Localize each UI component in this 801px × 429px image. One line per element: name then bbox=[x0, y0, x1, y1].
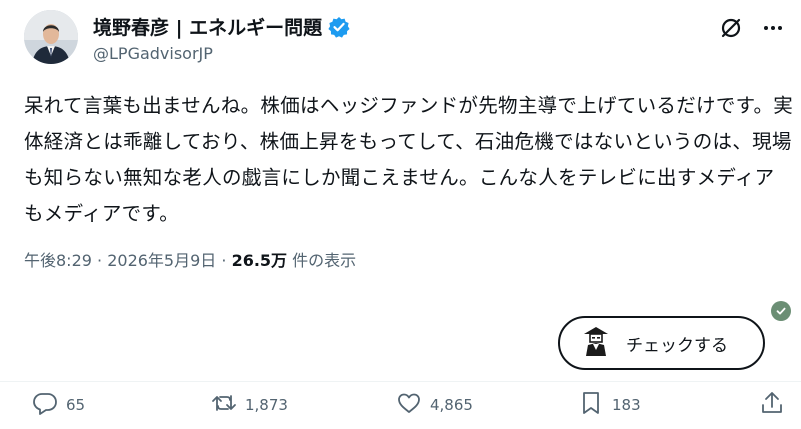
avatar-image bbox=[24, 10, 78, 64]
avatar[interactable] bbox=[24, 10, 78, 64]
reply-icon bbox=[32, 390, 58, 420]
like-count: 4,865 bbox=[430, 396, 473, 414]
bookmark-count: 183 bbox=[612, 396, 641, 414]
samurai-icon bbox=[582, 325, 610, 361]
check-button-label: チェックする bbox=[626, 335, 728, 356]
action-bar-divider bbox=[0, 381, 801, 382]
heart-icon bbox=[396, 390, 422, 420]
view-count: 26.5万 bbox=[231, 251, 288, 270]
meta-separator: · bbox=[216, 251, 232, 270]
retweet-icon bbox=[211, 390, 237, 420]
tweet-meta: 午後8:29 · 2026年5月9日 · 26.5万 件の表示 bbox=[24, 247, 356, 271]
verified-badge-icon bbox=[328, 16, 350, 38]
tweet-text: 呆れて言葉も出ませんね。株価はヘッジファンドが先物主導で上げているだけです。実体… bbox=[24, 94, 794, 225]
tweet-time[interactable]: 午後8:29 bbox=[24, 251, 92, 270]
view-label: 件の表示 bbox=[292, 251, 357, 270]
bookmark-icon bbox=[578, 390, 604, 420]
bookmark-button[interactable]: 183 bbox=[578, 390, 641, 420]
tweet-date[interactable]: 2026年5月9日 bbox=[107, 251, 216, 270]
tweet-header-actions bbox=[717, 14, 787, 42]
share-button[interactable] bbox=[759, 390, 785, 420]
handle[interactable]: @LPGadvisorJP bbox=[93, 44, 213, 63]
check-button[interactable]: チェックする bbox=[558, 316, 765, 370]
checkmark-badge-icon bbox=[771, 301, 791, 321]
more-options-icon[interactable] bbox=[759, 14, 787, 42]
reply-button[interactable]: 65 bbox=[32, 390, 85, 420]
grok-icon[interactable] bbox=[717, 14, 745, 42]
display-name[interactable]: 境野春彦 | エネルギー問題 bbox=[93, 13, 322, 40]
author-name-row: 境野春彦 | エネルギー問題 bbox=[93, 13, 350, 40]
share-icon bbox=[759, 390, 785, 420]
retweet-button[interactable]: 1,873 bbox=[211, 390, 288, 420]
retweet-count: 1,873 bbox=[245, 396, 288, 414]
action-bar: 65 1,873 4,865 183 bbox=[0, 390, 801, 424]
meta-separator: · bbox=[91, 251, 108, 270]
like-button[interactable]: 4,865 bbox=[396, 390, 473, 420]
reply-count: 65 bbox=[66, 396, 86, 414]
